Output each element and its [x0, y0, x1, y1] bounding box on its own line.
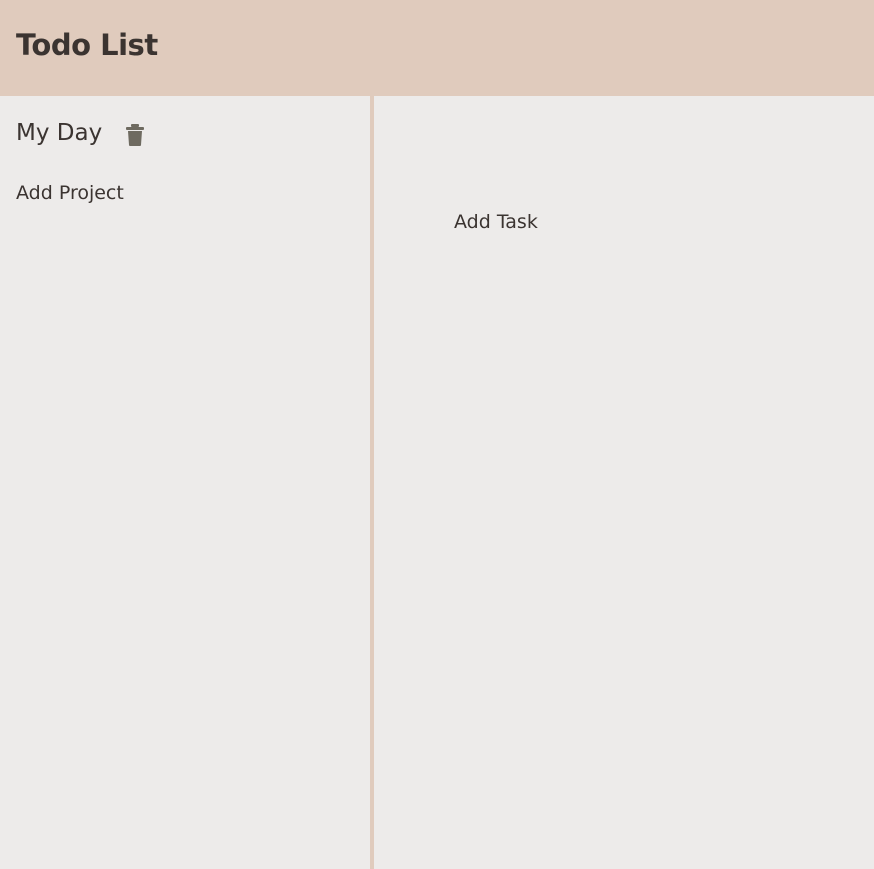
add-project-button[interactable]: Add Project — [16, 182, 124, 204]
app-title: Todo List — [16, 28, 158, 62]
task-panel: Add Task — [374, 96, 874, 869]
add-task-button[interactable]: Add Task — [454, 211, 538, 233]
project-sidebar: My Day Add Project — [0, 96, 370, 869]
project-item-my-day[interactable]: My Day — [16, 120, 102, 146]
project-name: My Day — [16, 120, 103, 146]
app-header: Todo List — [0, 0, 874, 96]
trash-icon[interactable] — [126, 124, 144, 146]
